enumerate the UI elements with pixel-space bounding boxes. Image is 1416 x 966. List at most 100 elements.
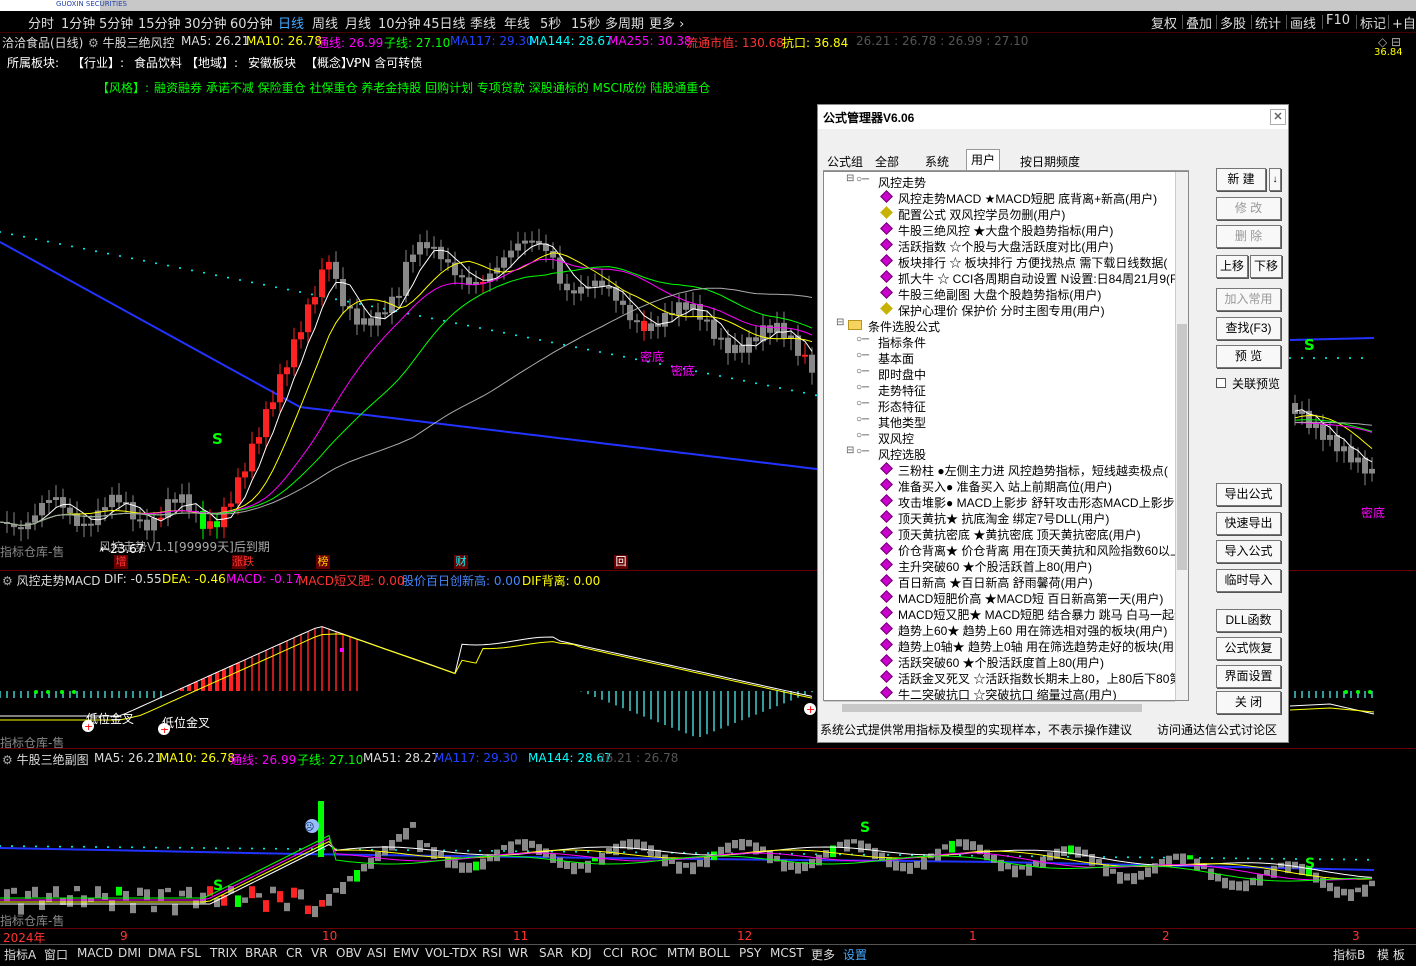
- indicator-tab-21[interactable]: BOLL: [699, 946, 730, 960]
- period-tab-4[interactable]: 30分钟: [184, 13, 227, 32]
- dialog-tab-0[interactable]: 公式组: [823, 152, 867, 170]
- indicator-tab-22[interactable]: PSY: [739, 946, 761, 960]
- period-tab-3[interactable]: 15分钟: [138, 13, 181, 32]
- tree-item[interactable]: 保护心理价 保护价 分时主图专用(用户): [898, 302, 1105, 319]
- tree-item[interactable]: 趋势上0轴★ 趋势上0轴 用在筛选趋势走好的板块(用: [898, 638, 1174, 655]
- tool-1[interactable]: 叠加: [1186, 13, 1212, 32]
- tool-0[interactable]: 复权: [1151, 13, 1177, 32]
- period-tab-16[interactable]: 更多 ›: [649, 13, 684, 32]
- period-tab-1[interactable]: 1分钟: [61, 13, 95, 32]
- tree-item[interactable]: 活跃金叉死叉 ☆活跃指数长期未上80，上80后下80第: [898, 670, 1181, 687]
- dialog-btn-top-3[interactable]: 加入常用: [1216, 288, 1281, 311]
- tree-item[interactable]: 抓大牛 ☆ CCI各周期自动设置 N设置:日84周21月9(F: [898, 270, 1177, 287]
- tree-item[interactable]: 条件选股公式: [868, 318, 940, 335]
- period-tab-13[interactable]: 5秒: [540, 13, 561, 32]
- period-tab-2[interactable]: 5分钟: [99, 13, 133, 32]
- indicator-tab-17[interactable]: KDJ: [571, 946, 592, 960]
- dialog-btn-bottom-0[interactable]: 导出公式: [1216, 483, 1281, 506]
- dialog-btn-bottom-7[interactable]: 关 闭: [1216, 691, 1281, 714]
- tree-item[interactable]: MACD短肥价高 ★MACD短 百日新高第一天(用户): [898, 590, 1163, 607]
- tool-3[interactable]: 统计: [1255, 13, 1281, 32]
- tree-item[interactable]: 主升突破60 ★个股活跃首上80(用户): [898, 558, 1092, 575]
- period-tab-10[interactable]: 45日线: [423, 13, 466, 32]
- period-tab-6[interactable]: 日线: [278, 13, 304, 32]
- indicator-tab-15[interactable]: WR: [508, 946, 528, 960]
- indicator-tab-6[interactable]: TRIX: [210, 946, 237, 960]
- tree-item[interactable]: 准备买入● 准备买入 站上前期高位(用户): [898, 478, 1112, 495]
- tree-scroll-thumb[interactable]: [1177, 324, 1187, 570]
- tool-6[interactable]: 标记: [1360, 13, 1386, 32]
- tree-item[interactable]: 三粉柱 ●左侧主力进 风控趋势指标，短线越卖极点(: [898, 462, 1168, 479]
- tool-4[interactable]: 画线: [1290, 13, 1316, 32]
- period-tab-9[interactable]: 10分钟: [378, 13, 421, 32]
- indicator-tab-25[interactable]: 设置: [843, 946, 867, 963]
- tree-item[interactable]: 顶天黄抗★ 抗底淘金 绑定7号DLL(用户): [898, 510, 1109, 527]
- indicator-tab-23[interactable]: MCST: [770, 946, 804, 960]
- tool-7[interactable]: +自选: [1392, 13, 1416, 32]
- indicator-tab-4[interactable]: DMA: [148, 946, 176, 960]
- indicator-tab-24[interactable]: 更多: [811, 946, 835, 963]
- settings-icon[interactable]: ⚙: [88, 36, 103, 50]
- tree-item[interactable]: 活跃指数 ☆个股与大盘活跃度对比(用户): [898, 238, 1113, 255]
- period-tab-0[interactable]: 分时: [28, 13, 54, 32]
- indicator-tab-19[interactable]: ROC: [631, 946, 657, 960]
- bottom-right-tab-1[interactable]: 模 板: [1377, 946, 1405, 963]
- dialog-tab-4[interactable]: 按日期频度: [1016, 152, 1084, 170]
- tree-item[interactable]: 风控选股: [878, 446, 926, 463]
- indicator-tab-1[interactable]: 窗口: [44, 946, 68, 963]
- tree-item[interactable]: MACD短又肥★ MACD短肥 结合暴力 跳马 白马一起选股: [898, 606, 1188, 623]
- period-tab-11[interactable]: 季线: [470, 13, 496, 32]
- sub-settings-icon[interactable]: ⚙: [2, 753, 17, 767]
- expand-icon[interactable]: ⊟: [846, 173, 854, 184]
- tree-item[interactable]: 牛二突破抗口 ☆突破抗口 缩量过高(用户): [898, 686, 1117, 700]
- forum-link[interactable]: 访问通达信公式讨论区: [1157, 721, 1277, 738]
- move-down-button[interactable]: 下移: [1250, 255, 1282, 278]
- tree-item[interactable]: 牛股三绝风控 ★大盘个股趋势指标(用户): [898, 222, 1113, 239]
- event-tag-0[interactable]: 增: [114, 555, 128, 569]
- tree-item[interactable]: 基本面: [878, 350, 914, 367]
- indicator-tab-5[interactable]: FSL: [180, 946, 201, 960]
- indicator-tab-10[interactable]: OBV: [336, 946, 362, 960]
- dialog-btn-bottom-5[interactable]: 公式恢复: [1216, 637, 1281, 660]
- indicator-tab-2[interactable]: MACD: [77, 946, 113, 960]
- event-tag-2[interactable]: 榜: [316, 555, 330, 569]
- tree-item[interactable]: 其他类型: [878, 414, 926, 431]
- bottom-right-tab-0[interactable]: 指标B: [1333, 946, 1365, 963]
- indicator-tab-3[interactable]: DMI: [118, 946, 141, 960]
- indicator-tab-20[interactable]: MTM: [667, 946, 695, 960]
- period-tab-7[interactable]: 周线: [312, 13, 338, 32]
- event-tag-1[interactable]: 涨跌: [232, 555, 254, 569]
- tree-hscrollbar[interactable]: [824, 701, 1175, 714]
- formula-tree[interactable]: ⊟ ○─ 风控走势 风控走势MACD ★MACD短肥 底背离+新高(用户) 配置公式 双…: [823, 171, 1189, 701]
- tree-item[interactable]: 风控走势: [878, 174, 926, 191]
- tree-item[interactable]: 顶天黄抗密底 ★黄抗密底 顶天黄抗密底(用户): [898, 526, 1141, 543]
- dialog-btn-bottom-1[interactable]: 快速导出: [1216, 512, 1281, 535]
- period-tab-5[interactable]: 60分钟: [230, 13, 273, 32]
- tree-scrollbar[interactable]: [1175, 172, 1188, 700]
- dialog-tab-1[interactable]: 全部: [871, 152, 903, 170]
- dialog-btn-bottom-6[interactable]: 界面设置: [1216, 665, 1281, 688]
- sub-chart[interactable]: ☹: [0, 766, 1416, 928]
- dialog-btn-bottom-4[interactable]: DLL函数: [1216, 609, 1281, 632]
- tree-item[interactable]: 牛股三绝副图 大盘个股趋势指标(用户): [898, 286, 1101, 303]
- dialog-btn-top-0[interactable]: 新 建: [1216, 168, 1266, 191]
- tool-5[interactable]: F10: [1326, 13, 1350, 28]
- dialog-btn-bottom-2[interactable]: 导入公式: [1216, 540, 1281, 563]
- concept-value[interactable]: VPN 含可转债: [346, 54, 422, 71]
- indicator-tab-18[interactable]: CCI: [603, 946, 623, 960]
- tree-item[interactable]: 趋势上60★ 趋势上60 用在筛选相对强的板块(用户): [898, 622, 1167, 639]
- indicator-tab-16[interactable]: SAR: [539, 946, 563, 960]
- link-preview-checkbox[interactable]: [1216, 378, 1226, 388]
- tree-item[interactable]: 活跃突破60 ★个股活跃度首上80(用户): [898, 654, 1104, 671]
- indicator-tab-13[interactable]: VOL-TDX: [425, 946, 477, 960]
- dialog-tab-3[interactable]: 用户: [966, 149, 1001, 171]
- tree-item[interactable]: 双风控: [878, 430, 914, 447]
- tree-item[interactable]: 配置公式 双风控学员勿删(用户): [898, 206, 1065, 223]
- period-tab-15[interactable]: 多周期: [605, 13, 644, 32]
- dialog-btn-top-4[interactable]: 查找(F3): [1216, 317, 1281, 340]
- dialog-btn-top-5[interactable]: 预 览: [1216, 345, 1281, 368]
- indicator-name[interactable]: ⚙ 牛股三绝风控: [88, 34, 175, 51]
- region-value[interactable]: 安徽板块: [248, 54, 296, 71]
- tree-item[interactable]: 指标条件: [878, 334, 926, 351]
- indicator-tab-11[interactable]: ASI: [367, 946, 386, 960]
